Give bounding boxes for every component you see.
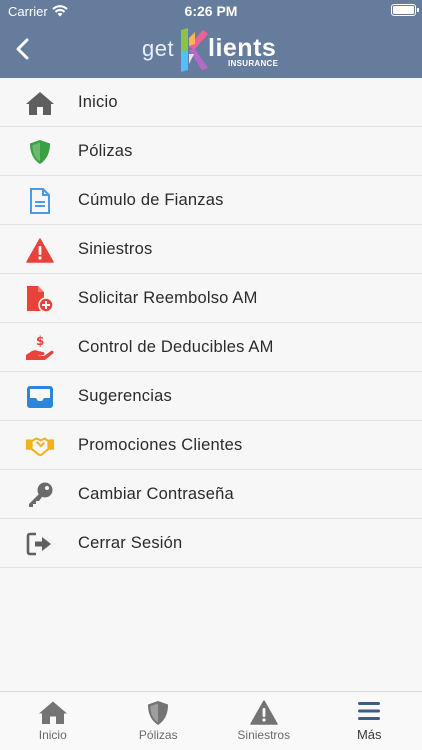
sign-out-icon <box>25 530 55 558</box>
menu-item-solicitar-reembolso[interactable]: Solicitar Reembolso AM <box>0 274 422 323</box>
tab-polizas[interactable]: Pólizas <box>106 692 212 750</box>
logo-tagline: INSURANCE <box>228 59 279 68</box>
file-add-icon <box>25 285 55 313</box>
tab-bar: Inicio Pólizas Siniestros Más <box>0 691 422 750</box>
shield-icon <box>25 138 55 166</box>
menu-item-cerrar-sesion[interactable]: Cerrar Sesión <box>0 519 422 568</box>
menu-item-label: Cerrar Sesión <box>78 534 183 552</box>
menu-item-inicio[interactable]: Inicio <box>0 78 422 127</box>
menu-item-cumulo-fianzas[interactable]: Cúmulo de Fianzas <box>0 176 422 225</box>
menu-item-control-deducibles[interactable]: $ Control de Deducibles AM <box>0 323 422 372</box>
menu-item-polizas[interactable]: Pólizas <box>0 127 422 176</box>
warning-icon <box>25 236 55 264</box>
tab-label: Inicio <box>38 728 67 742</box>
tab-inicio[interactable]: Inicio <box>0 692 106 750</box>
tab-label: Pólizas <box>138 728 178 742</box>
menu-item-label: Sugerencias <box>78 387 172 405</box>
handshake-icon <box>25 432 55 460</box>
menu-item-label: Siniestros <box>78 240 153 258</box>
home-icon <box>0 700 106 725</box>
app-logo: get lients INSURANCE <box>142 28 292 72</box>
menu-item-label: Inicio <box>78 93 118 111</box>
warning-icon <box>211 700 317 725</box>
app-header: Carrier 6:26 PM get lients INSURANCE <box>0 0 422 78</box>
tab-mas[interactable]: Más <box>317 692 422 750</box>
tab-label: Siniestros <box>237 728 291 742</box>
menu-item-label: Cúmulo de Fianzas <box>78 191 224 209</box>
chevron-left-icon[interactable] <box>10 36 36 62</box>
tab-siniestros[interactable]: Siniestros <box>211 692 317 750</box>
menu-item-label: Promociones Clientes <box>78 436 243 454</box>
tab-label: Más <box>356 727 382 742</box>
menu-item-label: Control de Deducibles AM <box>78 338 274 356</box>
hand-dollar-icon: $ <box>25 334 55 362</box>
clock: 6:26 PM <box>184 3 238 19</box>
battery-icon <box>391 4 419 16</box>
inbox-icon <box>25 383 55 411</box>
home-icon <box>25 89 55 117</box>
menu-item-label: Solicitar Reembolso AM <box>78 289 258 307</box>
svg-text:$: $ <box>36 334 44 348</box>
menu-list: Inicio Pólizas Cúmulo de Fianzas Siniest… <box>0 78 422 568</box>
menu-item-label: Cambiar Contraseña <box>78 485 234 503</box>
logo-k-mark <box>181 28 209 77</box>
menu-item-promociones[interactable]: Promociones Clientes <box>0 421 422 470</box>
menu-item-sugerencias[interactable]: Sugerencias <box>0 372 422 421</box>
menu-icon <box>317 700 422 722</box>
document-icon <box>25 187 55 215</box>
shield-icon <box>106 700 212 726</box>
menu-item-cambiar-contrasena[interactable]: Cambiar Contraseña <box>0 470 422 519</box>
logo-prefix: get <box>142 36 175 61</box>
menu-item-siniestros[interactable]: Siniestros <box>0 225 422 274</box>
menu-item-label: Pólizas <box>78 142 133 160</box>
status-bar: Carrier 6:26 PM <box>0 0 422 24</box>
key-icon <box>25 481 55 509</box>
